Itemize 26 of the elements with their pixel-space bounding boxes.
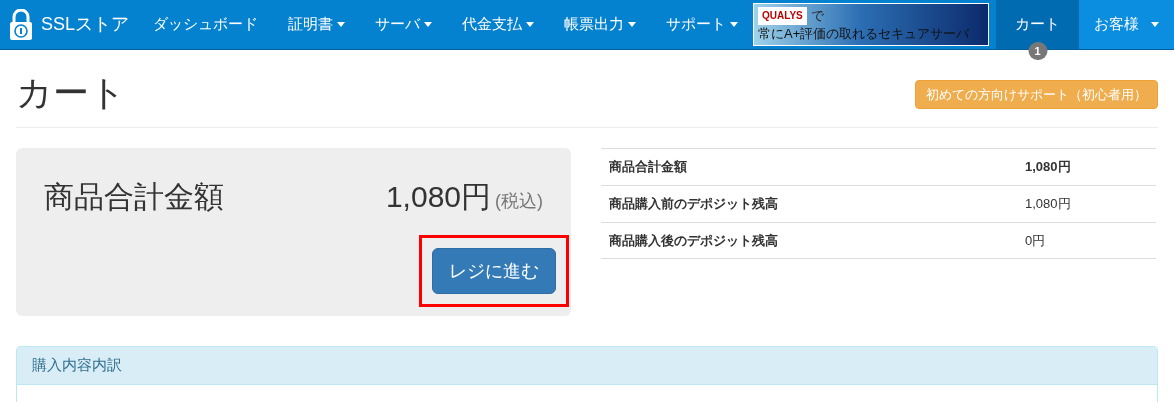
table-cell-text: 0円 — [1024, 231, 1047, 250]
summary-amount: 1,080円 — [385, 179, 491, 215]
banner-text: で — [810, 6, 824, 25]
banner-logo: QUALYS — [758, 6, 807, 25]
checkout-button[interactable]: レジに進む — [432, 248, 556, 294]
advertising-banner[interactable]: QUALYS で 常にA+評価の取れるセキュアサーバ — [753, 3, 989, 46]
padlock-icon — [9, 8, 33, 41]
page-title: カート — [16, 70, 126, 115]
table-cell-text: 1,080円 — [1024, 195, 1072, 214]
cart-count-badge: 1 — [1028, 42, 1047, 60]
account-menu[interactable]: お客様 — [1079, 0, 1174, 49]
nav-menu-item[interactable]: ダッシュボード — [138, 0, 274, 49]
panel-title: 購入内容内訳 — [32, 355, 122, 376]
table-cell-text: 商品購入前のデポジット残高 — [608, 195, 779, 214]
nav-menu-item[interactable]: サポート — [651, 0, 754, 49]
nav-menu-item[interactable]: サーバ — [360, 0, 448, 49]
tax-note: (税込) — [495, 190, 543, 213]
brand-link[interactable]: SSLストア — [0, 0, 139, 49]
nav-menu-item[interactable]: 証明書 — [273, 0, 361, 49]
nav-menu-item[interactable]: 代金支払 — [447, 0, 550, 49]
nav-menu-item[interactable]: 帳票出力 — [549, 0, 652, 49]
table-cell-text: 商品購入後のデポジット残高 — [608, 231, 779, 250]
banner-slogan: 常にA+評価の取れるセキュアサーバ — [758, 24, 971, 43]
table-cell-text: 商品合計金額 — [608, 158, 688, 177]
summary-label: 商品合計金額 — [44, 179, 224, 215]
table-cell-text: 1,080円 — [1024, 158, 1072, 177]
